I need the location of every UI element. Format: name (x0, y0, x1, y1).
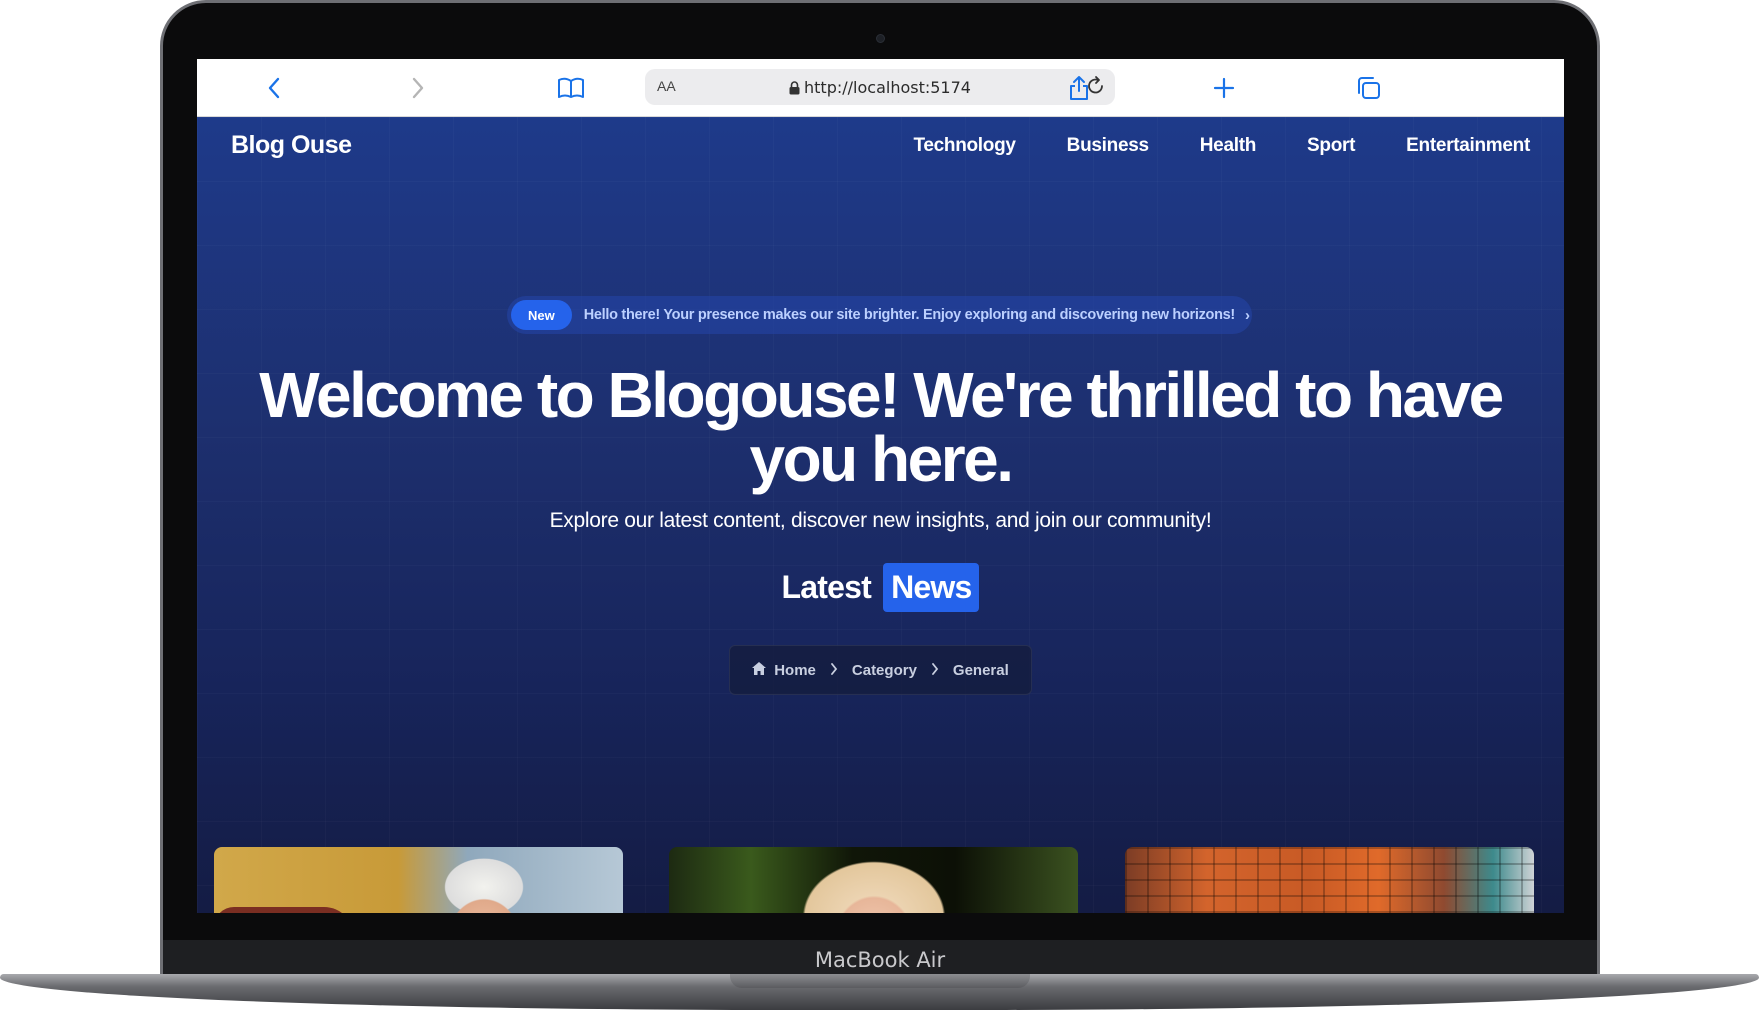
camera-icon (876, 34, 885, 43)
chevron-right-icon (931, 662, 939, 678)
url-text: http://localhost:5174 (804, 78, 971, 97)
web-page: Blog Ouse Technology Business Health Spo… (197, 117, 1564, 913)
nav-business[interactable]: Business (1067, 135, 1149, 157)
nav-entertainment[interactable]: Entertainment (1406, 135, 1530, 157)
lock-icon (789, 80, 800, 99)
news-card-image[interactable] (669, 847, 1078, 913)
breadcrumb-home[interactable]: Home (774, 662, 816, 679)
section-title-highlight: News (883, 563, 980, 612)
hero-headline: Welcome to Blogouse! We're thrilled to h… (259, 359, 1504, 495)
nav-technology[interactable]: Technology (913, 135, 1016, 157)
browser-toolbar: AA http://localhost:5174 (197, 59, 1564, 117)
share-icon[interactable] (1064, 73, 1094, 103)
announcement-text: Hello there! Your presence makes our sit… (583, 307, 1236, 323)
news-card-image[interactable] (1125, 847, 1534, 913)
screen: AA http://localhost:5174 Blog Ouse Techn… (197, 59, 1564, 913)
breadcrumb-current: General (952, 661, 1009, 679)
chevron-right-icon (830, 662, 838, 678)
home-icon (752, 661, 767, 679)
section-title: Latest News (197, 563, 1564, 612)
nav-sport[interactable]: Sport (1307, 135, 1355, 157)
breadcrumb-category[interactable]: Category (852, 662, 917, 679)
new-tab-icon[interactable] (1209, 73, 1239, 103)
laptop-notch (730, 974, 1030, 988)
section-title-plain: Latest (781, 569, 872, 605)
back-icon[interactable] (259, 73, 289, 103)
device-label: MacBook Air (814, 948, 946, 972)
new-badge: New (511, 300, 572, 330)
main-nav: Technology Business Health Sport Enterta… (862, 135, 1530, 157)
tabs-icon[interactable] (1354, 73, 1384, 103)
site-logo[interactable]: Blog Ouse (231, 131, 352, 160)
hero-subheadline: Explore our latest content, discover new… (549, 509, 1212, 532)
news-card-image[interactable] (214, 847, 623, 913)
nav-health[interactable]: Health (1200, 135, 1257, 157)
bookmarks-icon[interactable] (556, 73, 586, 103)
forward-icon[interactable] (403, 73, 433, 103)
chevron-right-icon: › (1244, 306, 1250, 324)
announcement-banner[interactable]: New Hello there! Your presence makes our… (507, 296, 1252, 334)
address-bar[interactable]: AA http://localhost:5174 (645, 69, 1115, 105)
breadcrumb: Home Category General (729, 645, 1032, 695)
